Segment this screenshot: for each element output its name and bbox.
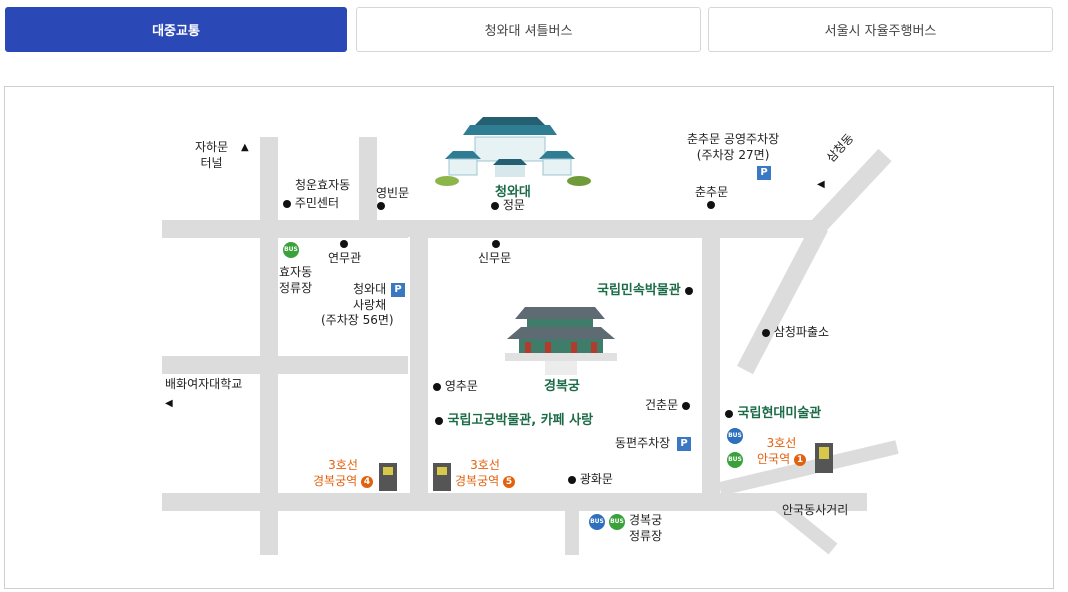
tab-cheongwadae-shuttle[interactable]: 청와대 셔틀버스	[356, 7, 701, 52]
location-map: 자하문 터널 ▲ 청운효자동 주민센터 영빈문 청와대 정문 춘추문 공영주차장(…	[4, 86, 1054, 589]
transport-tabs: 대중교통 청와대 셔틀버스 서울시 자율주행버스	[5, 7, 1053, 52]
folk-museum-label: 국립민속박물관	[597, 283, 681, 298]
bus-stop-icon: BUS	[283, 242, 299, 258]
ewha-label: 배화여자대학교	[165, 377, 243, 391]
location-dot-icon	[433, 382, 441, 391]
tab-autonomous-bus[interactable]: 서울시 자율주행버스	[708, 7, 1053, 52]
chunchumun-label: 춘추문	[695, 185, 729, 199]
location-dot-icon	[377, 202, 385, 210]
mmca-label: 국립현대미술관	[725, 406, 821, 422]
triangle-left-icon: ◀	[165, 398, 173, 409]
jeongmun-label: 정문	[491, 197, 525, 213]
exit-number-icon: 5	[503, 475, 515, 488]
cheongwadae-building-icon	[435, 117, 591, 186]
bus-stop-icon: BUS	[589, 514, 605, 530]
hyoja-stop-label: 효자동 정류장	[279, 265, 313, 295]
geonchunmun-label: 건춘문	[645, 397, 690, 413]
gyeongbokgung-palace-icon	[505, 307, 617, 375]
jahamun-tunnel-label: 자하문 터널	[195, 140, 229, 170]
exit-number-icon: 1	[793, 453, 806, 466]
bus-stop-icon: BUS	[609, 514, 625, 530]
yeonmugwan-label: 연무관	[328, 251, 362, 265]
location-dot-icon	[340, 240, 348, 248]
sarangchae-parking-label: (주차장 56면)	[321, 313, 394, 327]
dongpyeon-parking-label: 동편주차장	[615, 436, 671, 450]
anguk-intersection-label: 안국동사거리	[782, 503, 849, 517]
exit-number-icon: 4	[361, 475, 373, 488]
map-roads	[162, 117, 899, 555]
location-dot-icon	[685, 287, 693, 295]
bus-stop-icon: BUS	[727, 452, 743, 468]
location-dot-icon	[725, 409, 733, 418]
cheongun-center-label: 주민센터	[283, 195, 339, 211]
samcheong-police-label: 삼청파출소	[762, 324, 829, 340]
chunchu-parking-label: 춘추문 공영주차장 (주차장 27면)	[687, 132, 780, 162]
parking-icon: P	[677, 437, 691, 451]
sinmumun-label: 신무문	[478, 251, 512, 265]
palace-museum-label: 국립고궁박물관, 카페 사랑	[435, 413, 593, 429]
gbg-bus-stop-label: 경복궁 정류장	[629, 513, 663, 543]
tab-public-transport[interactable]: 대중교통	[5, 7, 347, 52]
anguk-station-label: 3호선 안국역 1	[757, 435, 806, 467]
triangle-left-icon: ◀	[817, 179, 825, 190]
location-dot-icon	[762, 328, 770, 337]
location-dot-icon	[435, 416, 443, 425]
parking-icon: P	[757, 166, 771, 180]
parking-icon: P	[391, 283, 405, 297]
triangle-up-icon: ▲	[241, 142, 249, 153]
location-dot-icon	[681, 401, 690, 410]
gbg-station-5-label: 3호선 경복궁역 5	[455, 457, 515, 489]
sarangchae-label: 청와대 사랑채	[353, 282, 387, 312]
gwanghwamun-label: 광화문	[568, 471, 613, 487]
gbg-station-4-label: 3호선 경복궁역 4	[313, 457, 373, 489]
cheongun-label: 청운효자동	[295, 178, 351, 192]
location-dot-icon	[491, 201, 499, 210]
location-dot-icon	[492, 240, 500, 248]
bus-stop-icon: BUS	[727, 428, 743, 444]
yeongchumun-label: 영추문	[433, 378, 478, 394]
location-dot-icon	[283, 199, 291, 208]
gyeongbokgung-label: 경복궁	[544, 379, 580, 394]
yeongbinmun-label: 영빈문	[376, 186, 410, 200]
location-dot-icon	[568, 475, 576, 484]
location-dot-icon	[707, 201, 715, 209]
